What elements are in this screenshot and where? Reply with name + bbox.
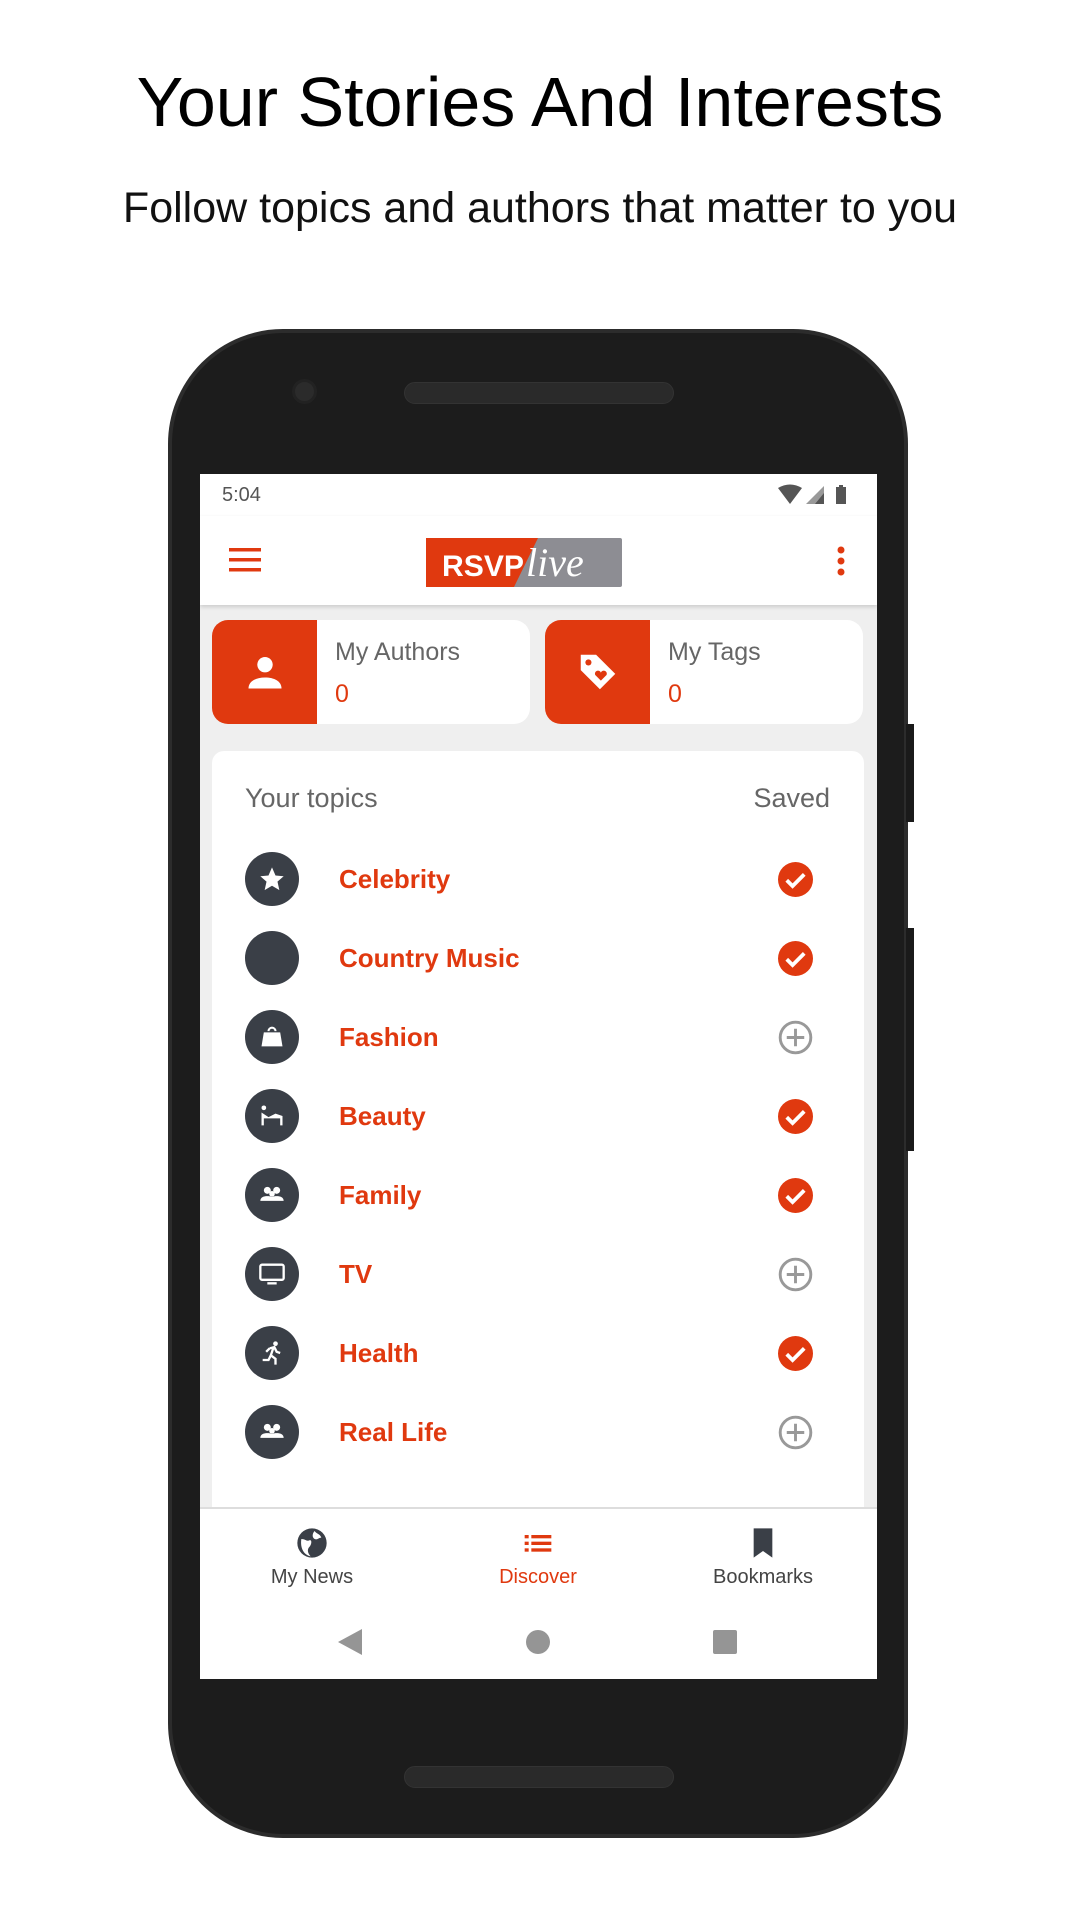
topic-icon-bg (245, 931, 299, 985)
nav-label: Bookmarks (712, 1566, 814, 1588)
card-count: 0 (668, 680, 682, 708)
topic-row[interactable]: Real Life (212, 1393, 864, 1472)
power-button (906, 724, 914, 822)
blank-icon (258, 944, 286, 972)
topic-row[interactable]: TV (212, 1235, 864, 1314)
rsvp-live-logo: RSVP live (426, 538, 622, 587)
saved-check-icon[interactable] (778, 862, 813, 897)
bottom-navigation: My News Discover Bookmarks (200, 1507, 877, 1679)
menu-icon[interactable] (229, 546, 263, 574)
topics-header: Your topics (245, 783, 378, 813)
my-authors-card[interactable]: My Authors 0 (212, 620, 530, 724)
topic-icon-bg (245, 1247, 299, 1301)
add-topic-icon[interactable] (778, 1020, 813, 1055)
star-icon (260, 867, 284, 891)
card-label: My Authors (335, 638, 461, 666)
saved-check-icon[interactable] (778, 1178, 813, 1213)
back-button[interactable] (336, 1627, 364, 1657)
home-button[interactable] (524, 1628, 552, 1656)
nav-my-news[interactable]: My News (212, 1509, 412, 1609)
nav-bookmarks[interactable]: Bookmarks (663, 1509, 863, 1609)
recents-button[interactable] (711, 1628, 739, 1656)
battery-icon (836, 487, 846, 504)
topic-icon-bg (245, 852, 299, 906)
spa-icon (261, 1105, 283, 1126)
people-icon (260, 1423, 284, 1438)
more-options-icon[interactable] (836, 546, 846, 576)
saved-check-icon[interactable] (778, 1336, 813, 1371)
topic-name: Beauty (339, 1101, 426, 1131)
phone-screen: 5:04 RSVP live My Authors 0 My Tags 0 Yo… (200, 474, 877, 1679)
front-camera (292, 379, 317, 404)
app-bar: RSVP live (200, 516, 877, 605)
shopping-bag-icon (261, 1026, 283, 1047)
topic-name: Fashion (339, 1022, 439, 1052)
wifi-icon (778, 484, 802, 504)
saved-check-icon[interactable] (778, 1099, 813, 1134)
my-tags-card[interactable]: My Tags 0 (545, 620, 863, 724)
topic-row[interactable]: Beauty (212, 1077, 864, 1156)
nav-discover[interactable]: Discover (438, 1509, 638, 1609)
topic-name: Real Life (339, 1417, 448, 1447)
status-bar: 5:04 (200, 474, 877, 516)
add-topic-icon[interactable] (778, 1257, 813, 1292)
svg-text:live: live (526, 540, 584, 585)
earpiece-speaker (404, 382, 674, 404)
globe-icon (297, 1528, 327, 1558)
topic-name: Celebrity (339, 864, 451, 894)
topic-row[interactable]: Celebrity (212, 840, 864, 919)
saved-check-icon[interactable] (778, 941, 813, 976)
volume-button (906, 928, 914, 1151)
topic-icon-bg (245, 1168, 299, 1222)
topic-name: TV (339, 1259, 373, 1289)
list-icon (524, 1535, 552, 1552)
status-icons (778, 484, 846, 504)
headline: Your Stories And Interests (136, 63, 944, 141)
topic-icon-bg (245, 1405, 299, 1459)
card-count: 0 (335, 680, 349, 708)
topic-row[interactable]: Country Music (212, 919, 864, 998)
topic-row[interactable]: Health (212, 1314, 864, 1393)
topic-row[interactable]: Fashion (212, 998, 864, 1077)
topic-row[interactable]: Family (212, 1156, 864, 1235)
topic-icon-bg (245, 1326, 299, 1380)
tv-icon (259, 1263, 285, 1285)
add-topic-icon[interactable] (778, 1415, 813, 1450)
people-icon (260, 1186, 284, 1201)
tag-heart-icon (580, 654, 615, 690)
running-icon (262, 1341, 281, 1365)
nav-label: My News (270, 1566, 354, 1588)
status-time: 5:04 (222, 484, 261, 506)
topic-name: Family (339, 1180, 422, 1210)
saved-header: Saved (753, 783, 830, 813)
bookmark-icon (753, 1528, 773, 1558)
nav-label: Discover (499, 1566, 577, 1588)
subheadline: Follow topics and authors that matter to… (122, 184, 958, 232)
bottom-speaker (404, 1766, 674, 1788)
topic-name: Country Music (339, 943, 520, 973)
card-label: My Tags (668, 638, 761, 666)
person-icon (248, 656, 281, 689)
topic-icon-bg (245, 1089, 299, 1143)
topic-icon-bg (245, 1010, 299, 1064)
topic-name: Health (339, 1338, 419, 1368)
topics-list-card: Your topics Saved Celebrity Country Music… (212, 751, 864, 1571)
svg-text:RSVP: RSVP (442, 550, 524, 583)
